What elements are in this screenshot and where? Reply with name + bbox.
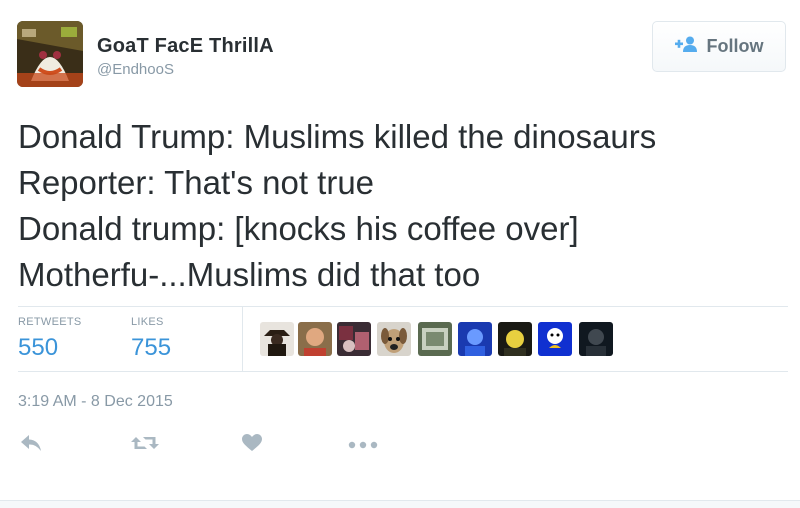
tweet-line: Reporter: That's not true — [18, 164, 375, 201]
tweet-line: Donald Trump: Muslims killed the dinosau… — [18, 118, 657, 155]
card-bottom-edge — [0, 500, 800, 508]
retweets-count[interactable]: 550 — [18, 334, 58, 362]
like-heart-icon — [242, 433, 262, 457]
tweet-line: Donald trump: [knocks his coffee over] — [18, 210, 579, 247]
divider-bottom — [18, 371, 788, 372]
liker-avatar-9[interactable] — [579, 322, 613, 356]
retweets-label[interactable]: RETWEETS — [18, 316, 82, 328]
retweet-button[interactable] — [131, 432, 159, 458]
author-handle[interactable]: @EndhooS — [97, 61, 174, 78]
tweet-text: Donald Trump: Muslims killed the dinosau… — [18, 114, 793, 298]
liker-avatar-6[interactable] — [458, 322, 492, 356]
reply-icon — [20, 434, 42, 457]
reply-button[interactable] — [20, 432, 42, 458]
liker-avatar-5[interactable] — [418, 322, 452, 356]
liker-avatar-1[interactable] — [260, 322, 294, 356]
divider-top — [18, 306, 788, 307]
follow-button[interactable]: Follow — [652, 21, 786, 72]
more-icon — [348, 436, 378, 454]
liker-avatar-3[interactable] — [337, 322, 371, 356]
likes-label[interactable]: LIKES — [131, 316, 164, 328]
liker-avatar-8[interactable] — [538, 322, 572, 356]
more-button[interactable] — [348, 432, 378, 458]
author-avatar[interactable] — [17, 21, 83, 87]
author-display-name[interactable]: GoaT FacE ThrillA — [97, 35, 274, 58]
liker-avatar-7[interactable] — [498, 322, 532, 356]
liker-avatar-2[interactable] — [298, 322, 332, 356]
liker-avatar-4[interactable] — [377, 322, 411, 356]
follow-person-plus-icon — [674, 36, 699, 57]
follow-button-label: Follow — [706, 36, 764, 56]
stats-divider — [242, 306, 243, 372]
retweet-icon — [131, 434, 159, 457]
likes-count[interactable]: 755 — [131, 334, 171, 362]
tweet-line: Motherfu-...Muslims did that too — [18, 256, 481, 293]
like-button[interactable] — [242, 432, 262, 458]
tweet-timestamp[interactable]: 3:19 AM - 8 Dec 2015 — [18, 393, 173, 411]
